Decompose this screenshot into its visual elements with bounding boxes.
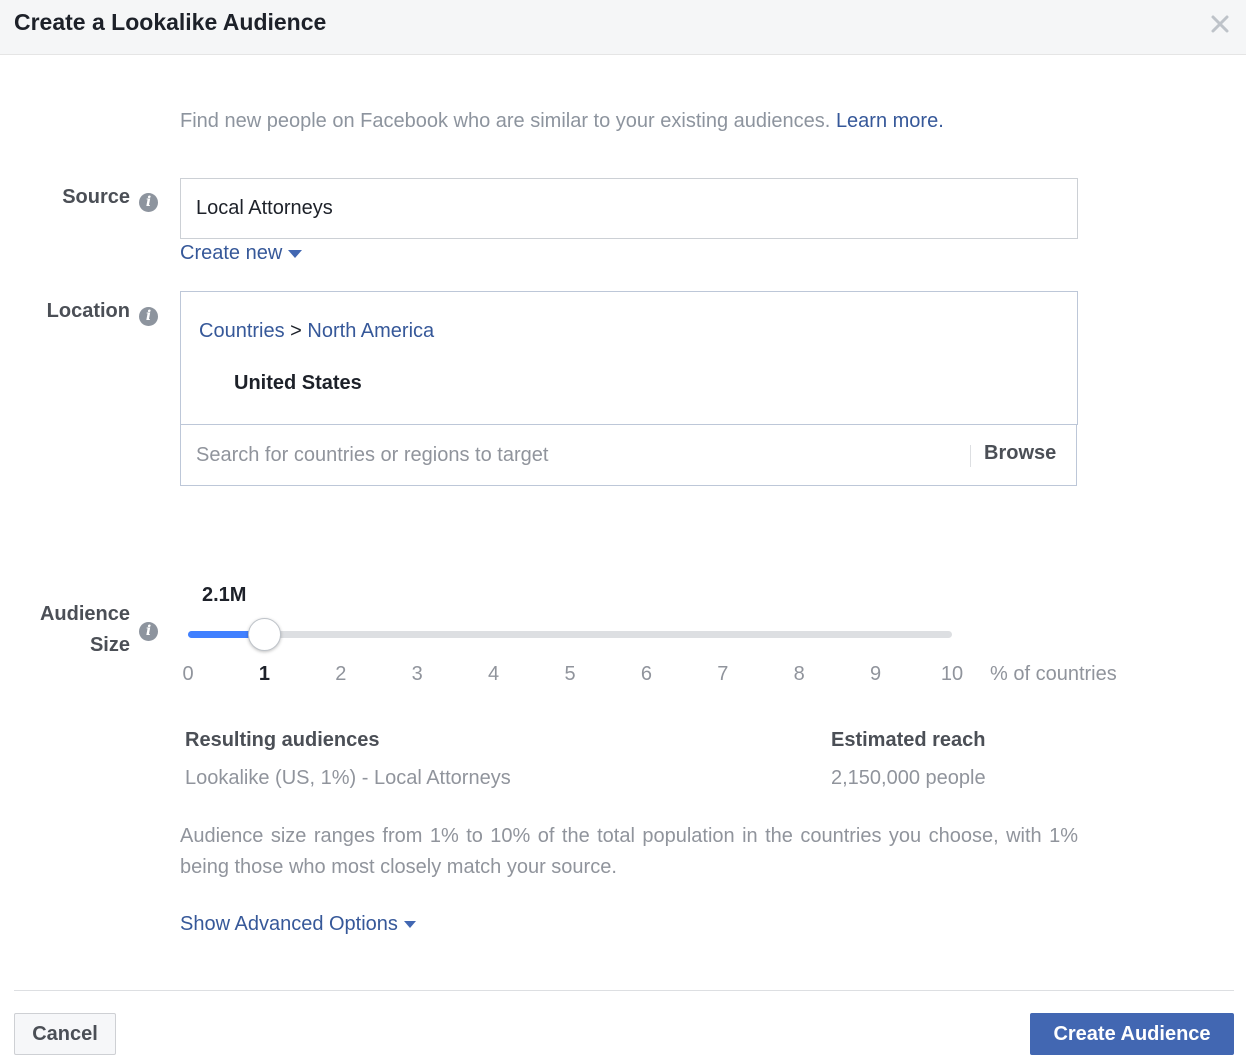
- breadcrumb-countries[interactable]: Countries: [199, 320, 285, 342]
- learn-more-link[interactable]: Learn more.: [836, 110, 944, 132]
- estimated-reach-value: 2,150,000 people: [831, 767, 986, 789]
- audience-size-label-line2: Size: [89, 634, 130, 656]
- audience-size-label-line1: Audience: [39, 603, 130, 625]
- audience-size-info-icon[interactable]: i: [139, 622, 158, 641]
- breadcrumb-separator: >: [290, 320, 302, 342]
- create-new-label: Create new: [180, 242, 283, 264]
- location-breadcrumb: Countries > North America: [199, 320, 434, 343]
- audience-size-slider-handle[interactable]: [248, 618, 282, 651]
- cancel-button[interactable]: Cancel: [14, 1013, 116, 1055]
- location-selection: Countries > North America United States: [180, 291, 1078, 425]
- search-divider: [970, 445, 971, 467]
- location-search-input[interactable]: [196, 425, 956, 485]
- audience-size-value: 2.1M: [202, 584, 247, 606]
- selected-country[interactable]: United States: [234, 372, 362, 395]
- slider-tick-1[interactable]: 1: [259, 663, 270, 686]
- close-icon[interactable]: [1208, 12, 1232, 36]
- audience-size-slider-track[interactable]: [188, 631, 952, 638]
- breadcrumb-north-america[interactable]: North America: [307, 320, 434, 342]
- create-audience-button[interactable]: Create Audience: [1030, 1013, 1234, 1055]
- dialog-title: Create a Lookalike Audience: [14, 9, 327, 35]
- source-field[interactable]: Local Attorneys: [180, 178, 1078, 239]
- audience-size-note: Audience size ranges from 1% to 10% of t…: [180, 825, 1078, 878]
- intro-description: Find new people on Facebook who are simi…: [180, 110, 831, 132]
- location-search-box: Browse: [180, 424, 1077, 486]
- slider-tick-2[interactable]: 2: [335, 663, 346, 686]
- slider-tick-0[interactable]: 0: [182, 663, 193, 686]
- footer-divider: [14, 990, 1234, 991]
- slider-tick-3[interactable]: 3: [412, 663, 423, 686]
- slider-tick-5[interactable]: 5: [564, 663, 575, 686]
- intro-text: Find new people on Facebook who are simi…: [180, 110, 944, 133]
- slider-unit-label: % of countries: [990, 663, 1117, 685]
- source-label: Source: [62, 186, 130, 208]
- estimated-reach-header: Estimated reach: [831, 729, 986, 751]
- show-advanced-options-link[interactable]: Show Advanced Options: [180, 913, 416, 936]
- slider-tick-6[interactable]: 6: [641, 663, 652, 686]
- location-label: Location: [46, 300, 130, 322]
- slider-tick-8[interactable]: 8: [794, 663, 805, 686]
- audience-size-label: Audience Size: [20, 599, 130, 661]
- browse-button[interactable]: Browse: [984, 442, 1056, 465]
- source-info-icon[interactable]: i: [139, 193, 158, 212]
- create-new-dropdown[interactable]: Create new: [180, 242, 303, 265]
- slider-tick-7[interactable]: 7: [717, 663, 728, 686]
- dialog-header: Create a Lookalike Audience: [0, 0, 1246, 55]
- caret-down-icon: [403, 921, 416, 929]
- location-info-icon[interactable]: i: [139, 307, 158, 326]
- advanced-options-label: Show Advanced Options: [180, 913, 398, 935]
- slider-tick-4[interactable]: 4: [488, 663, 499, 686]
- caret-down-icon: [288, 249, 303, 258]
- slider-tick-10[interactable]: 10: [941, 663, 963, 686]
- resulting-audience-value: Lookalike (US, 1%) - Local Attorneys: [185, 767, 511, 789]
- slider-tick-9[interactable]: 9: [870, 663, 881, 686]
- resulting-audiences-header: Resulting audiences: [185, 729, 380, 751]
